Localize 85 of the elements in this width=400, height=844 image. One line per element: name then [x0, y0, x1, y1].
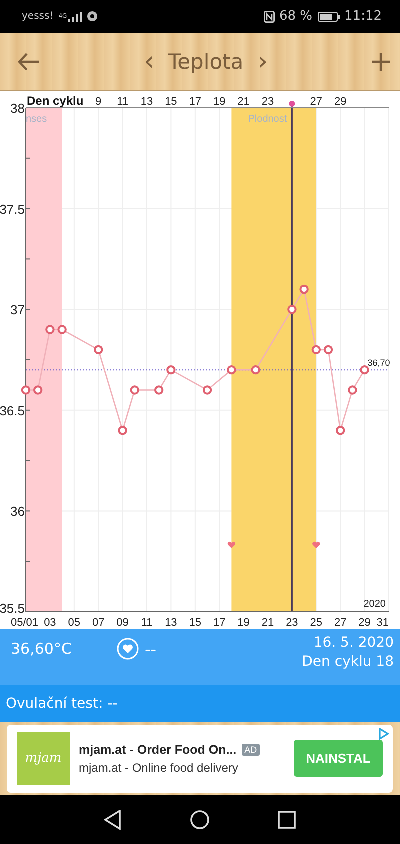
cycle-day-label: 29	[334, 96, 347, 108]
y-axis-label: 38	[10, 101, 25, 116]
temperature-point	[288, 305, 297, 314]
date-value: 16. 5. 2020	[314, 635, 394, 651]
average-value: 36,70	[368, 358, 390, 368]
intercourse-value: --	[145, 640, 157, 658]
date-label: 07	[92, 617, 105, 629]
axis-title: Den cyklu	[27, 94, 84, 108]
add-icon[interactable]	[372, 52, 390, 70]
date-label: 09	[116, 617, 129, 629]
cycle-day-label: 27	[310, 96, 323, 108]
phase-label: nses	[26, 114, 48, 125]
temperature-point	[360, 365, 370, 375]
temperature-point	[312, 345, 321, 355]
year-label: 2020	[364, 599, 386, 610]
y-axis-label: 36.5	[0, 403, 25, 418]
ad-title: mjam.at - Order Food On...	[79, 742, 237, 756]
app-logo: mjam	[17, 732, 70, 785]
cycle-day-label: 23	[262, 96, 274, 108]
ovulation-test-text: Ovulační test: --	[6, 696, 118, 712]
phase-label: Plodnost	[248, 114, 288, 125]
temperature-point	[21, 386, 31, 395]
next-chart-button[interactable]: ›	[258, 46, 268, 76]
cycle-day-label: 9	[96, 96, 102, 108]
heart-icon	[228, 542, 236, 548]
date-label: 27	[334, 617, 347, 629]
screen-title: Teplota	[168, 50, 244, 74]
y-axis-label: 35.5	[0, 601, 25, 616]
temperature-point	[324, 345, 334, 355]
date-label: 31	[376, 617, 389, 629]
date-label: 19	[238, 617, 250, 629]
y-axis-label: 36	[10, 504, 25, 520]
ovulation-test-bar[interactable]: Ovulační test: --	[0, 685, 400, 722]
date-label: 05/01	[11, 617, 39, 629]
back-arrow-icon[interactable]	[18, 52, 40, 70]
temperature-point	[336, 426, 346, 436]
temperature-point	[34, 386, 43, 395]
ad-choices-icon[interactable]	[379, 728, 389, 740]
date-label: 29	[358, 617, 371, 629]
clock-time: 11:12	[344, 9, 382, 24]
carrier-name: yesss!	[22, 11, 54, 22]
cycle-day-label: 21	[238, 96, 250, 108]
cycle-day-label: 17	[189, 96, 202, 108]
temperature-point	[46, 325, 55, 334]
date-label: 11	[141, 617, 153, 629]
temperature-point	[251, 365, 260, 375]
date-label: 23	[286, 617, 298, 629]
y-axis-label: 37.5	[0, 202, 25, 217]
back-icon[interactable]	[104, 810, 122, 830]
ad-badge: AD	[242, 744, 260, 756]
temperature-point	[166, 365, 176, 375]
temperature-point	[58, 325, 67, 334]
temperature-point	[300, 284, 309, 294]
y-axis-label: 37	[10, 302, 25, 318]
signal-icon	[68, 12, 82, 22]
date-label: 13	[165, 617, 178, 629]
date-label: 17	[213, 617, 226, 629]
temperature-value: 36,60°C	[11, 640, 73, 658]
heart-icon	[312, 542, 320, 548]
date-label: 05	[68, 617, 81, 629]
cycle-day-label: 19	[213, 96, 226, 108]
previous-chart-button[interactable]: ‹	[144, 46, 154, 76]
cycle-day-label: 13	[140, 96, 154, 108]
temperature-point	[154, 386, 164, 395]
date-label: 03	[44, 617, 56, 629]
cycle-day-label: 11	[117, 96, 128, 108]
home-icon[interactable]	[190, 810, 210, 830]
nfc-icon	[264, 10, 274, 22]
date-label: 25	[310, 617, 323, 629]
temperature-point	[227, 365, 236, 375]
cycle-day-label: 15	[165, 96, 178, 108]
temperature-point	[130, 386, 140, 395]
ad-banner[interactable]: mjam mjam.at - Order Food On... AD mjam.at - Online food delivery NAINSTAL	[7, 724, 393, 792]
date-label: 15	[189, 617, 202, 629]
temperature-point	[94, 345, 104, 355]
battery-icon	[318, 12, 340, 22]
date-label: 21	[262, 617, 274, 629]
ad-subtitle: mjam.at - Online food delivery	[79, 760, 240, 774]
cycle-day-value: Den cyklu 18	[302, 654, 394, 670]
install-button[interactable]: NAINSTAL	[294, 740, 383, 777]
temperature-point	[202, 386, 212, 395]
recents-icon[interactable]	[278, 810, 296, 828]
battery-percent: 68 %	[280, 9, 313, 24]
temperature-point	[348, 386, 358, 395]
temperature-point	[118, 426, 128, 436]
